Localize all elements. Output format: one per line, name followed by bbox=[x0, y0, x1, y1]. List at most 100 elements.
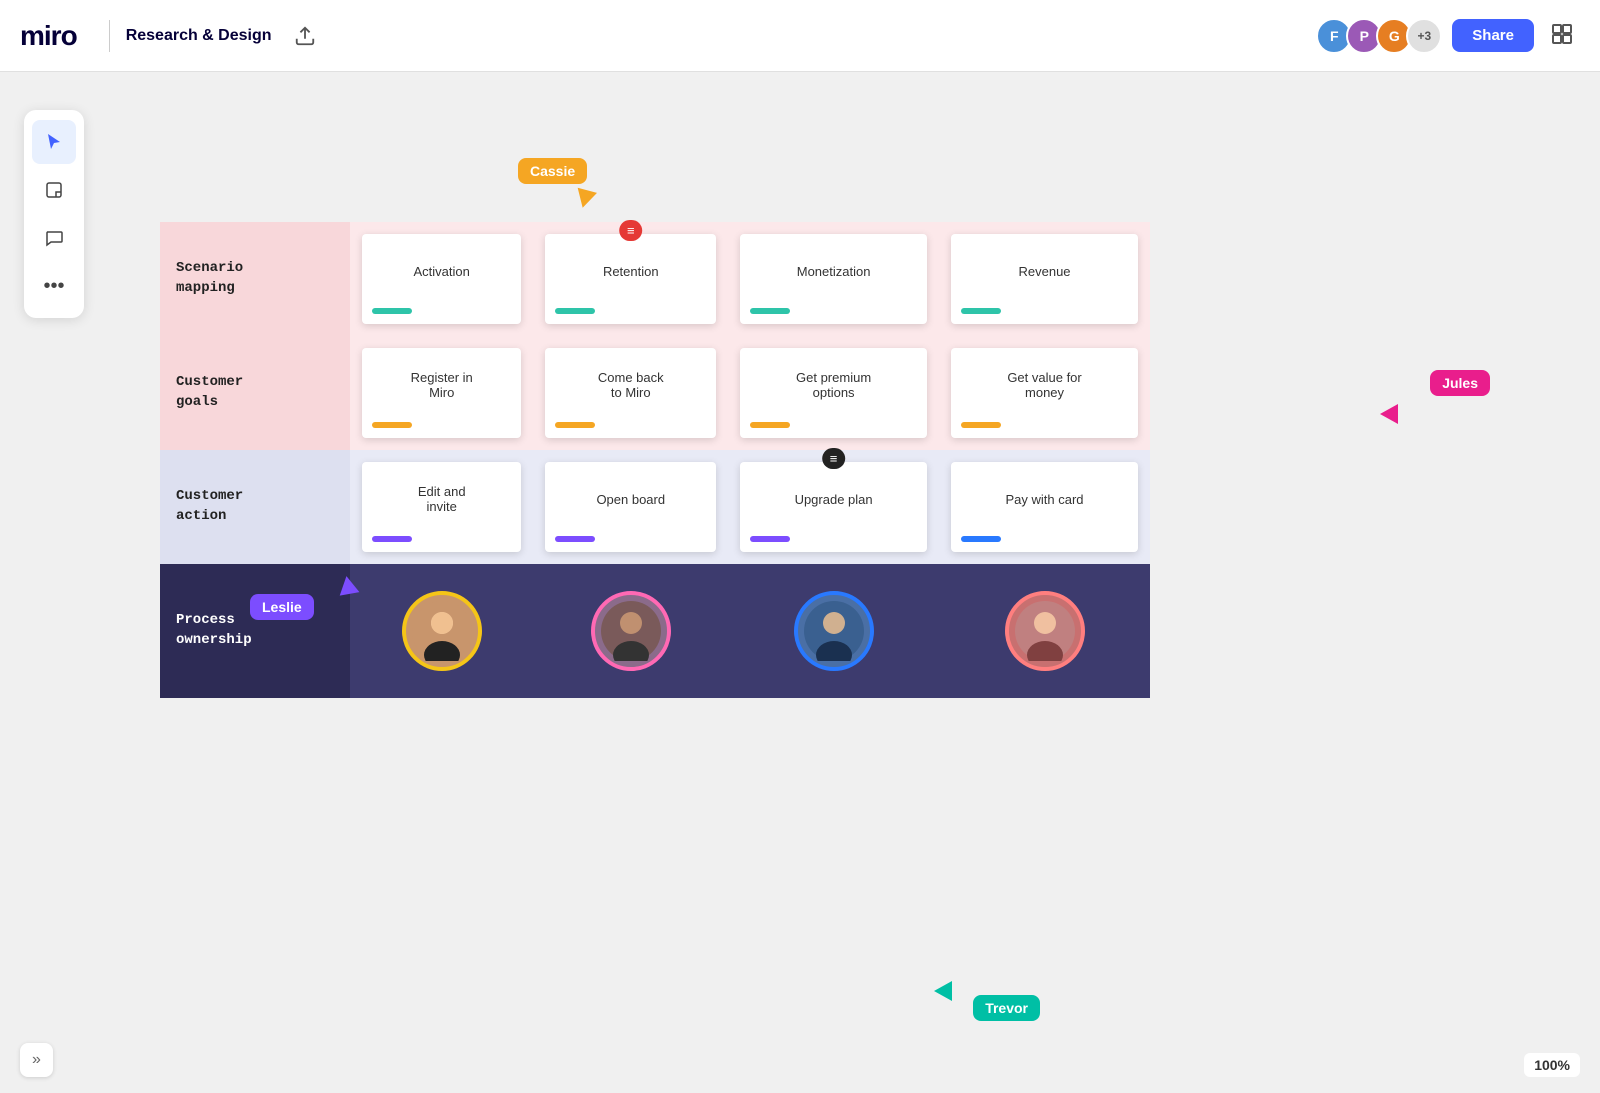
cell-goals-value[interactable]: Get value formoney bbox=[939, 336, 1150, 450]
process-avatar-container-2 bbox=[545, 576, 716, 686]
comment-icon-retention: ≡ bbox=[627, 223, 635, 238]
process-avatar-2 bbox=[591, 591, 671, 671]
row-customer-goals: Customergoals Register inMiro Come backt… bbox=[160, 336, 1150, 450]
note-revenue[interactable]: Revenue bbox=[951, 234, 1138, 324]
note-text-value: Get value formoney bbox=[1007, 370, 1081, 400]
note-text-retention: Retention bbox=[603, 264, 659, 279]
leslie-cursor-tooltip: Leslie bbox=[250, 594, 314, 620]
cell-action-edit-invite[interactable]: Edit andinvite bbox=[350, 450, 533, 564]
trevor-cursor-arrow bbox=[934, 981, 952, 1001]
note-bar-upgrade bbox=[750, 536, 790, 542]
note-retention[interactable]: ≡ Retention bbox=[545, 234, 716, 324]
note-monetization[interactable]: Monetization bbox=[740, 234, 927, 324]
cell-goals-come-back[interactable]: Come backto Miro bbox=[533, 336, 728, 450]
cell-process-1 bbox=[350, 564, 533, 698]
canvas: Cassie Jules Leslie Trevor Scenariomappi… bbox=[0, 72, 1600, 1093]
note-open-board[interactable]: Open board bbox=[545, 462, 716, 552]
note-pay[interactable]: Pay with card bbox=[951, 462, 1138, 552]
note-bar-register bbox=[372, 422, 412, 428]
jules-cursor-arrow bbox=[1380, 404, 1398, 424]
process-avatar-container-3 bbox=[740, 576, 927, 686]
zoom-indicator: 100% bbox=[1524, 1053, 1580, 1077]
process-avatar-4 bbox=[1005, 591, 1085, 671]
note-text-premium: Get premiumoptions bbox=[796, 370, 871, 400]
note-text-monetization: Monetization bbox=[797, 264, 871, 279]
process-avatar-container-4 bbox=[951, 576, 1138, 686]
comment-tool[interactable] bbox=[32, 216, 76, 260]
cell-goals-premium[interactable]: Get premiumoptions bbox=[728, 336, 939, 450]
cell-action-upgrade[interactable]: ≡ Upgrade plan bbox=[728, 450, 939, 564]
note-bar-revenue bbox=[961, 308, 1001, 314]
note-register[interactable]: Register inMiro bbox=[362, 348, 521, 438]
note-value[interactable]: Get value formoney bbox=[951, 348, 1138, 438]
trevor-cursor-tooltip: Trevor bbox=[973, 995, 1040, 1021]
note-activation[interactable]: Activation bbox=[362, 234, 521, 324]
cell-process-2 bbox=[533, 564, 728, 698]
note-bar-premium bbox=[750, 422, 790, 428]
note-text-revenue: Revenue bbox=[1019, 264, 1071, 279]
cell-goals-register[interactable]: Register inMiro bbox=[350, 336, 533, 450]
note-bar-pay bbox=[961, 536, 1001, 542]
note-bar-open-board bbox=[555, 536, 595, 542]
avatar-plus: +3 bbox=[1406, 18, 1442, 54]
cell-action-open-board[interactable]: Open board bbox=[533, 450, 728, 564]
cell-scenario-revenue[interactable]: Revenue bbox=[939, 222, 1150, 336]
note-bar-retention bbox=[555, 308, 595, 314]
cassie-cursor-tooltip: Cassie bbox=[518, 158, 587, 184]
cell-scenario-activation[interactable]: Activation bbox=[350, 222, 533, 336]
note-text-upgrade: Upgrade plan bbox=[795, 492, 873, 507]
note-bar-edit-invite bbox=[372, 536, 412, 542]
row-process-ownership: Processownership bbox=[160, 564, 1150, 698]
row-customer-action: Customeraction Edit andinvite Open board bbox=[160, 450, 1150, 564]
header-divider bbox=[109, 20, 110, 52]
comment-badge-upgrade: ≡ bbox=[822, 448, 846, 469]
cell-scenario-monetization[interactable]: Monetization bbox=[728, 222, 939, 336]
cursor-tool[interactable] bbox=[32, 120, 76, 164]
app-logo: miro bbox=[20, 20, 77, 52]
share-button[interactable]: Share bbox=[1452, 19, 1534, 52]
upload-button[interactable] bbox=[288, 19, 322, 53]
row-scenario-mapping: Scenariomapping Activation ≡ Retention bbox=[160, 222, 1150, 336]
expand-button[interactable]: » bbox=[20, 1043, 53, 1077]
note-bar-monetization bbox=[750, 308, 790, 314]
note-text-activation: Activation bbox=[414, 264, 470, 279]
topbar-right: F P G +3 Share bbox=[1316, 16, 1580, 55]
leslie-cursor-arrow bbox=[337, 574, 360, 595]
cassie-cursor-arrow bbox=[573, 188, 597, 211]
cell-process-4 bbox=[939, 564, 1150, 698]
row-label-customer-action: Customeraction bbox=[160, 450, 350, 564]
cell-scenario-retention[interactable]: ≡ Retention bbox=[533, 222, 728, 336]
cell-process-3 bbox=[728, 564, 939, 698]
note-edit-invite[interactable]: Edit andinvite bbox=[362, 462, 521, 552]
process-avatar-3 bbox=[794, 591, 874, 671]
left-toolbar: ••• bbox=[24, 110, 84, 318]
note-upgrade[interactable]: ≡ Upgrade plan bbox=[740, 462, 927, 552]
topbar: miro Research & Design F P G +3 Share bbox=[0, 0, 1600, 72]
scenario-map-table: Scenariomapping Activation ≡ Retention bbox=[160, 222, 1150, 698]
row-label-customer-goals: Customergoals bbox=[160, 336, 350, 450]
note-bar-come-back bbox=[555, 422, 595, 428]
note-text-open-board: Open board bbox=[596, 492, 665, 507]
comment-badge-retention: ≡ bbox=[619, 220, 643, 241]
avatar-stack: F P G +3 bbox=[1316, 18, 1442, 54]
comment-icon-upgrade: ≡ bbox=[830, 451, 838, 466]
menu-icon-button[interactable] bbox=[1544, 16, 1580, 55]
note-text-register: Register inMiro bbox=[411, 370, 473, 400]
note-text-come-back: Come backto Miro bbox=[598, 370, 664, 400]
board-title[interactable]: Research & Design bbox=[126, 27, 272, 45]
grid-wrapper: Scenariomapping Activation ≡ Retention bbox=[160, 222, 1150, 698]
process-avatar-container-1 bbox=[362, 576, 521, 686]
note-bar-activation bbox=[372, 308, 412, 314]
process-avatar-1 bbox=[402, 591, 482, 671]
note-premium[interactable]: Get premiumoptions bbox=[740, 348, 927, 438]
jules-cursor-tooltip: Jules bbox=[1430, 370, 1490, 396]
row-label-process: Processownership bbox=[160, 564, 350, 698]
sticky-note-tool[interactable] bbox=[32, 168, 76, 212]
note-bar-value bbox=[961, 422, 1001, 428]
note-text-edit-invite: Edit andinvite bbox=[418, 484, 466, 514]
note-come-back[interactable]: Come backto Miro bbox=[545, 348, 716, 438]
cell-action-pay[interactable]: Pay with card bbox=[939, 450, 1150, 564]
row-label-scenario: Scenariomapping bbox=[160, 222, 350, 336]
note-text-pay: Pay with card bbox=[1006, 492, 1084, 507]
more-tools[interactable]: ••• bbox=[32, 264, 76, 308]
